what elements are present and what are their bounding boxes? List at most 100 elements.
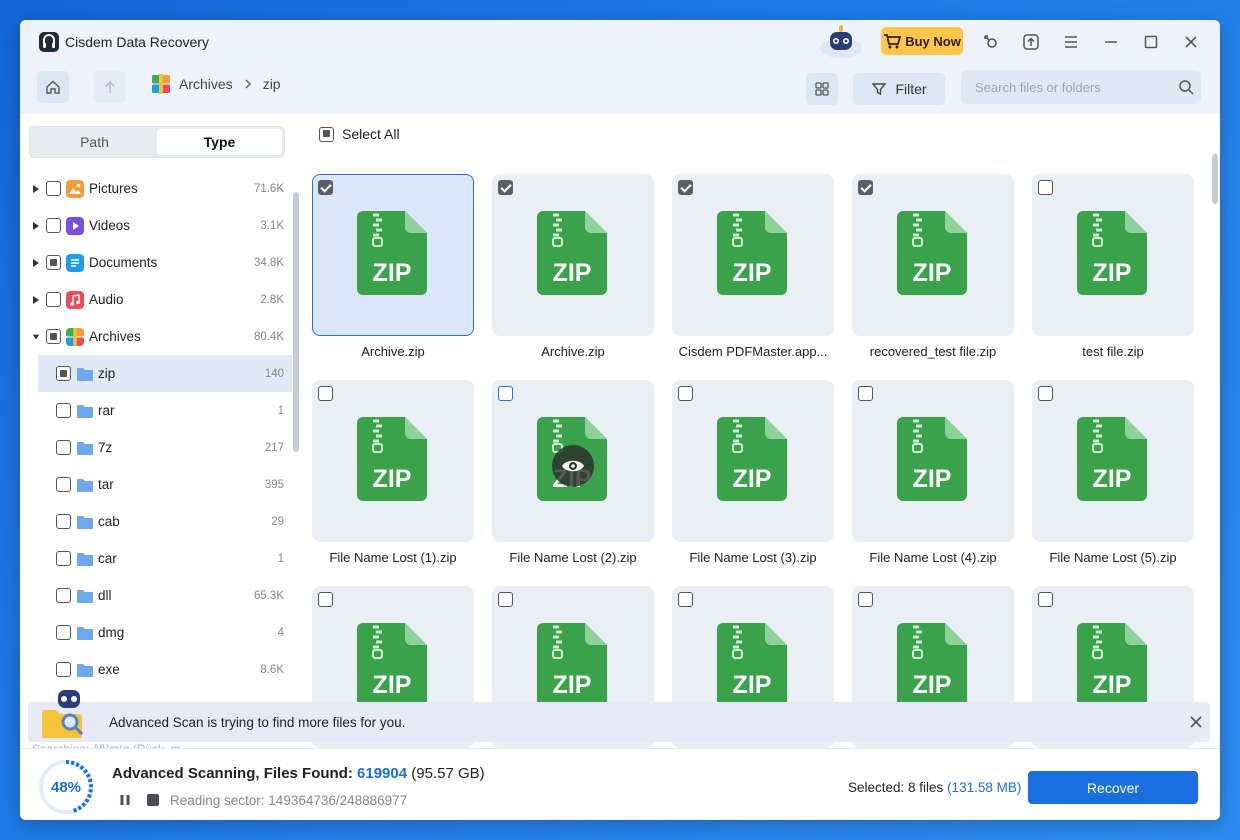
tree-count: 395 [264,478,284,491]
file-name: File Name Lost (3).zip [689,550,817,565]
caret-right-icon[interactable] [32,258,40,268]
file-checkbox[interactable] [1038,180,1053,195]
tree-subitem-7z[interactable]: 7z 217 [38,429,292,466]
maximize-icon[interactable] [1141,32,1161,52]
file-tile[interactable]: ZIP test file.zip [1032,174,1194,380]
tree-item-documents[interactable]: Documents 34.8K [20,244,292,281]
file-tile[interactable]: ZIP File Name Lost (1).zip [312,380,474,586]
checkbox[interactable] [56,588,71,603]
caret-right-icon[interactable] [32,221,40,231]
file-checkbox[interactable] [318,592,333,607]
search-icon[interactable] [1178,79,1194,95]
tree-subitem-car[interactable]: car 1 [38,540,292,577]
file-checkbox[interactable] [678,386,693,401]
tree-item-videos[interactable]: Videos 3.1K [20,207,292,244]
file-checkbox[interactable] [318,180,333,195]
menu-icon[interactable] [1061,32,1081,52]
caret-right-icon[interactable] [32,184,40,194]
file-tile[interactable]: ZIP File Name Lost (3).zip [672,380,834,586]
key-icon[interactable] [981,32,1001,52]
checkbox[interactable] [56,366,71,381]
file-checkbox[interactable] [858,386,873,401]
checkbox[interactable] [56,514,71,529]
filter-button[interactable]: Filter [853,73,945,105]
zip-file-icon: ZIP [357,417,427,501]
file-grid-area: Select All ZIP Archive.zip ZIP Archive.zip Z… [302,114,1220,748]
grid-scrollbar[interactable] [1212,154,1218,204]
file-tile[interactable]: ZIP Archive.zip [492,174,654,380]
tree-subitem-zip[interactable]: zip 140 [38,355,292,392]
tree-subitem-rar[interactable]: rar 1 [38,392,292,429]
checkbox[interactable] [56,477,71,492]
tree-item-pictures[interactable]: Pictures 71.6K [20,170,292,207]
tab-type[interactable]: Type [157,129,282,155]
breadcrumb-zip[interactable]: zip [263,76,281,92]
breadcrumb-archives[interactable]: Archives [179,76,233,92]
tree-subitem-exe[interactable]: exe 8.6K [38,651,292,688]
zip-file-icon: ZIP [1077,417,1147,501]
select-all[interactable]: Select All [319,126,400,142]
file-checkbox[interactable] [858,180,873,195]
close-icon[interactable] [1181,32,1201,52]
file-checkbox[interactable] [858,592,873,607]
file-tile[interactable]: ZIP Cisdem PDFMaster.app... [672,174,834,380]
checkbox[interactable] [46,181,61,196]
tree-subitem-dll[interactable]: dll 65.3K [38,577,292,614]
search-input[interactable] [961,70,1201,104]
file-checkbox[interactable] [1038,386,1053,401]
file-name: recovered_test file.zip [869,344,997,359]
zip-file-icon: ZIP [897,417,967,501]
archives-icon [152,74,170,94]
checkbox[interactable] [56,403,71,418]
export-icon[interactable] [1021,32,1041,52]
file-checkbox[interactable] [498,180,513,195]
checkbox[interactable] [56,551,71,566]
file-tile[interactable]: ZIP File Name Lost (5).zip [1032,380,1194,586]
view-toggle-button[interactable] [806,73,838,105]
status-bar: 48% Advanced Scanning, Files Found: 6199… [20,748,1220,820]
preview-button[interactable] [552,445,594,487]
file-checkbox[interactable] [498,592,513,607]
buy-now-button[interactable]: Buy Now [881,27,963,55]
folder-icon [77,663,93,677]
file-checkbox[interactable] [318,386,333,401]
stop-icon[interactable] [147,794,159,806]
file-name: File Name Lost (1).zip [329,550,457,565]
zip-file-icon: ZIP [1077,211,1147,295]
file-tile[interactable]: ZIP File Name Lost (4).zip [852,380,1014,586]
file-tile[interactable]: ZIP recovered_test file.zip [852,174,1014,380]
file-checkbox[interactable] [1038,592,1053,607]
checkbox[interactable] [56,625,71,640]
checkbox[interactable] [56,662,71,677]
up-button[interactable] [94,71,126,103]
home-button[interactable] [37,71,69,103]
checkbox[interactable] [46,292,61,307]
tree-item-archives[interactable]: Archives 80.4K [20,318,292,355]
tree-subitem-tar[interactable]: tar 395 [38,466,292,503]
mascot-robot-icon[interactable] [818,22,864,60]
tab-path[interactable]: Path [32,129,157,155]
checkbox[interactable] [46,218,61,233]
checkbox[interactable] [46,255,61,270]
file-name: File Name Lost (5).zip [1049,550,1177,565]
file-checkbox[interactable] [498,386,513,401]
cart-icon [884,34,902,49]
tree-item-audio[interactable]: Audio 2.8K [20,281,292,318]
pause-icon[interactable] [119,794,131,806]
file-tile[interactable]: ZIP Archive.zip [312,174,474,380]
file-checkbox[interactable] [678,592,693,607]
sidebar-scrollbar[interactable] [293,192,299,452]
close-icon[interactable] [1188,714,1204,730]
tree-subitem-dmg[interactable]: dmg 4 [38,614,292,651]
recover-button[interactable]: Recover [1028,771,1198,804]
tree-count: 65.3K [253,589,284,602]
caret-right-icon[interactable] [32,295,40,305]
file-tile[interactable]: ZIPFile Name Lost (2).zip [492,380,654,586]
minimize-icon[interactable] [1101,32,1121,52]
file-checkbox[interactable] [678,180,693,195]
tree-subitem-cab[interactable]: cab 29 [38,503,292,540]
checkbox[interactable] [46,329,61,344]
select-all-checkbox[interactable] [319,126,334,142]
checkbox[interactable] [56,440,71,455]
caret-down-icon[interactable] [32,332,40,342]
